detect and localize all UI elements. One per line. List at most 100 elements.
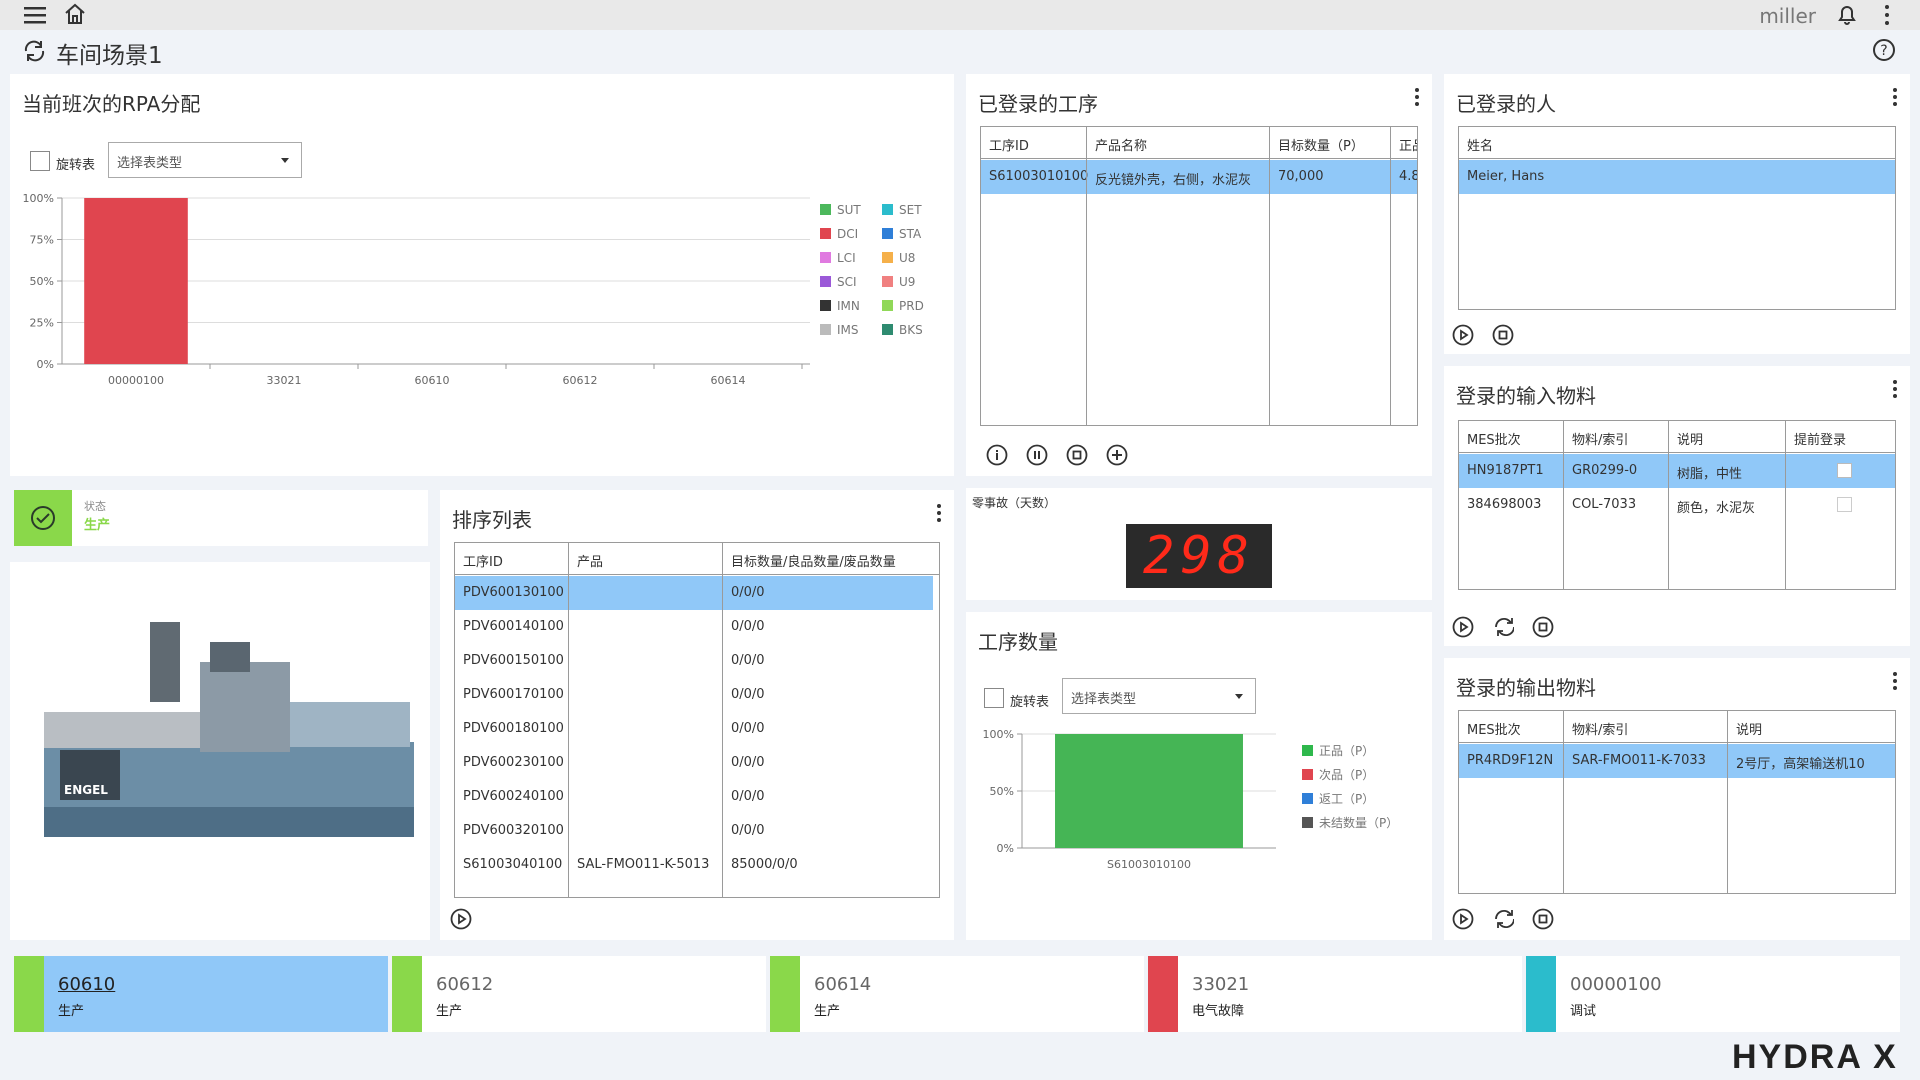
sort-id: PDV600140100: [463, 619, 564, 634]
info-icon[interactable]: [986, 444, 1008, 466]
help-icon[interactable]: ?: [1872, 38, 1896, 62]
legend-item[interactable]: U9: [882, 275, 915, 289]
accident-counter: 298: [1126, 524, 1272, 588]
early-login-checkbox[interactable]: [1837, 497, 1852, 512]
machine-id: 60610: [58, 974, 116, 995]
col-header: 工序ID: [989, 139, 1029, 154]
stop-icon[interactable]: [1066, 444, 1088, 466]
legend-item[interactable]: 正品（P）: [1302, 742, 1374, 759]
operations-panel: 已登录的工序 工序ID 产品名称 目标数量（P） 正品 S61003010100…: [966, 74, 1432, 476]
home-icon[interactable]: [64, 3, 86, 25]
y-tick-label: 25%: [30, 317, 54, 330]
material: COL-7033: [1572, 497, 1637, 512]
legend-item[interactable]: SET: [882, 203, 922, 217]
swap-icon[interactable]: [1492, 616, 1514, 638]
machine-status-color: [770, 956, 800, 1032]
legend-item[interactable]: IMN: [820, 299, 860, 313]
legend-swatch: [882, 276, 893, 287]
legend-label: 正品（P）: [1319, 744, 1375, 758]
legend-label: 未结数量（P）: [1319, 816, 1399, 830]
material: GR0299-0: [1572, 463, 1638, 478]
table-row[interactable]: PDV600150100 0/0/0: [455, 644, 939, 678]
accident-label: 零事故（天数）: [972, 496, 1057, 510]
table-row[interactable]: PDV600130100 0/0/0: [455, 576, 933, 610]
legend-swatch: [820, 276, 831, 287]
table-row[interactable]: HN9187PT1 GR0299-0 树脂，中性: [1459, 454, 1895, 488]
bar[interactable]: [1055, 734, 1243, 848]
table-row[interactable]: Meier, Hans: [1459, 160, 1895, 194]
machine-tile-00000100[interactable]: 00000100 调试: [1526, 956, 1900, 1032]
legend-label: 返工（P）: [1319, 792, 1375, 806]
op-qty-chart: 0% 50% 100% S61003010100: [983, 728, 1276, 871]
stop-icon[interactable]: [1492, 324, 1514, 346]
table-row[interactable]: PR4RD9F12N SAR-FMO011-K-7033 2号厅，高架输送机10: [1459, 744, 1895, 778]
table-row[interactable]: S61003010100 反光镜外壳，右侧，水泥灰 70,000 4.8: [981, 160, 1417, 194]
legend-item[interactable]: PRD: [882, 299, 924, 313]
legend-item[interactable]: 次品（P）: [1302, 766, 1374, 783]
more-vert-icon[interactable]: [1414, 88, 1420, 108]
rotate-checkbox[interactable]: [30, 151, 50, 171]
swap-icon[interactable]: [1492, 908, 1514, 930]
machine-tile-60610[interactable]: 60610 生产: [14, 956, 388, 1032]
sort-list-title: 排序列表: [452, 508, 532, 532]
injection-molding-machine-image: ENGEL: [44, 622, 414, 837]
table-row[interactable]: PDV600320100 0/0/0: [455, 814, 939, 848]
machine-tile-60614[interactable]: 60614 生产: [770, 956, 1144, 1032]
table-row[interactable]: 384698003 COL-7033 颜色，水泥灰: [1459, 488, 1895, 522]
table-row[interactable]: PDV600170100 0/0/0: [455, 678, 939, 712]
stop-icon[interactable]: [1532, 616, 1554, 638]
legend-swatch: [820, 300, 831, 311]
play-icon[interactable]: [1452, 324, 1474, 346]
legend-item[interactable]: IMS: [820, 323, 859, 337]
table-row[interactable]: PDV600180100 0/0/0: [455, 712, 939, 746]
early-login-checkbox[interactable]: [1837, 463, 1852, 478]
legend-item[interactable]: U8: [882, 251, 915, 265]
play-icon[interactable]: [1452, 908, 1474, 930]
stop-icon[interactable]: [1532, 908, 1554, 930]
legend-item[interactable]: 返工（P）: [1302, 790, 1374, 807]
user-name[interactable]: miller: [1759, 4, 1816, 28]
legend-swatch: [820, 252, 831, 263]
chart-type-select[interactable]: 选择表类型: [108, 142, 302, 178]
table-row[interactable]: S61003040100 SAL-FMO011-K-5013 85000/0/0: [455, 848, 939, 882]
more-vert-icon[interactable]: [1892, 380, 1898, 400]
table-row[interactable]: PDV600240100 0/0/0: [455, 780, 939, 814]
pause-icon[interactable]: [1026, 444, 1048, 466]
bar[interactable]: [84, 198, 188, 364]
col-header: 物料/索引: [1572, 433, 1629, 448]
more-vert-icon[interactable]: [1892, 672, 1898, 692]
table-row[interactable]: PDV600140100 0/0/0: [455, 610, 939, 644]
legend-item[interactable]: DCI: [820, 227, 858, 241]
legend-swatch: [1302, 745, 1313, 756]
menu-icon[interactable]: [24, 6, 46, 24]
sort-product: SAL-FMO011-K-5013: [577, 857, 710, 872]
legend-item[interactable]: SUT: [820, 203, 861, 217]
bell-icon[interactable]: [1836, 3, 1858, 27]
legend-label: U8: [899, 251, 916, 265]
machine-tile-33021[interactable]: 33021 电气故障: [1148, 956, 1522, 1032]
legend-swatch: [882, 228, 893, 239]
add-icon[interactable]: [1106, 444, 1128, 466]
table-row[interactable]: PDV600230100 0/0/0: [455, 746, 939, 780]
legend-item[interactable]: LCI: [820, 251, 856, 265]
sort-id: PDV600320100: [463, 823, 564, 838]
sort-id: PDV600230100: [463, 755, 564, 770]
x-tick-label: 00000100: [108, 374, 164, 387]
play-icon[interactable]: [1452, 616, 1474, 638]
table-header: 工序ID 产品 目标数量/良品数量/废品数量: [455, 543, 939, 575]
machine-id: 00000100: [1570, 974, 1662, 995]
mes-batch: HN9187PT1: [1467, 463, 1544, 478]
legend-item[interactable]: 未结数量（P）: [1302, 814, 1398, 831]
rotate-checkbox[interactable]: [984, 688, 1004, 708]
chart-type-select[interactable]: 选择表类型: [1062, 678, 1256, 714]
legend-item[interactable]: BKS: [882, 323, 923, 337]
play-icon[interactable]: [450, 908, 472, 930]
more-vert-icon[interactable]: [1884, 4, 1890, 26]
machine-tile-60612[interactable]: 60612 生产: [392, 956, 766, 1032]
refresh-icon[interactable]: [22, 39, 48, 63]
legend-item[interactable]: STA: [882, 227, 921, 241]
legend-label: LCI: [837, 251, 856, 265]
more-vert-icon[interactable]: [1892, 88, 1898, 108]
more-vert-icon[interactable]: [936, 504, 942, 524]
legend-item[interactable]: SCI: [820, 275, 857, 289]
